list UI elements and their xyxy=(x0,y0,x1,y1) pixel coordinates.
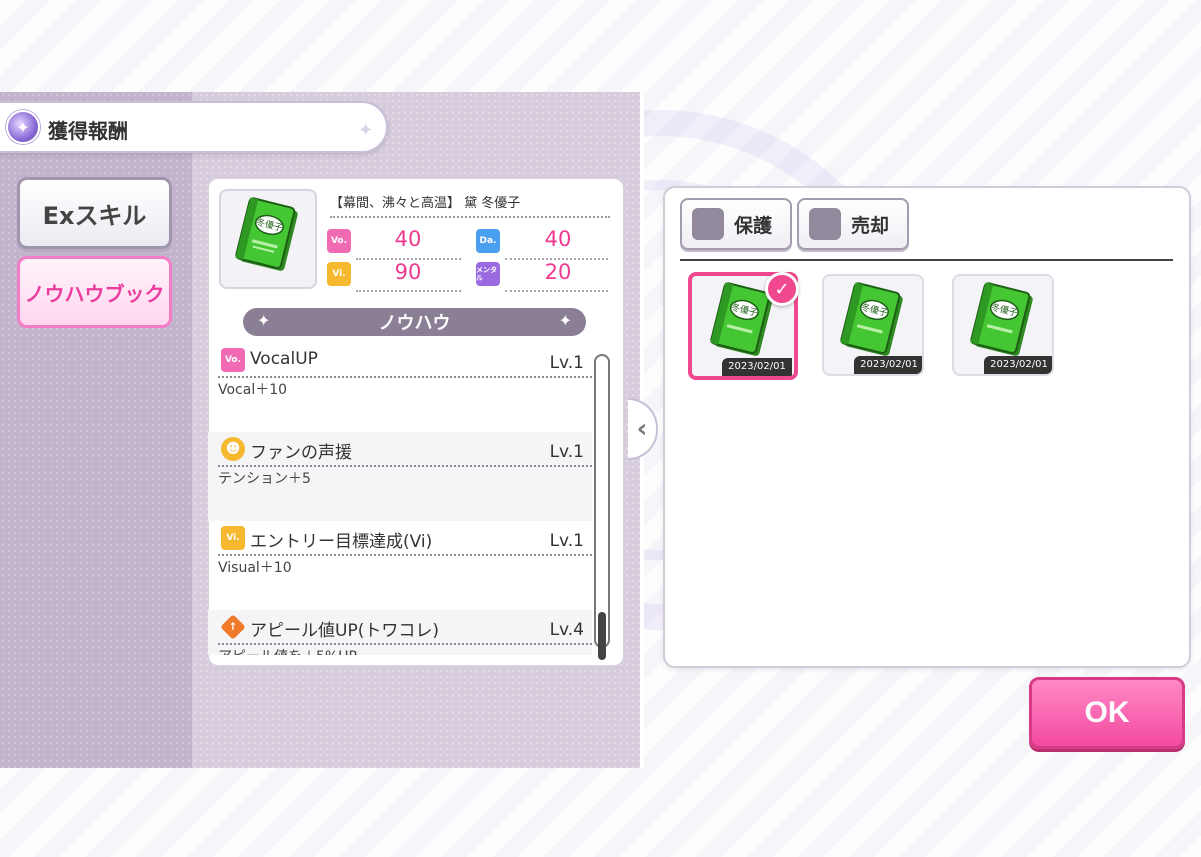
item-card[interactable]: 冬優子 2023/02/01 xyxy=(822,274,924,376)
smile-icon: ☻ xyxy=(221,437,245,461)
section-header-label: ノウハウ xyxy=(378,313,451,334)
knowhow-section-header: ✦ ノウハウ ✦ xyxy=(243,308,586,336)
arrow-up-icon: ↑ xyxy=(220,614,246,640)
ok-button[interactable]: OK xyxy=(1029,677,1185,749)
skill-name: アピール値UP(トワコレ) xyxy=(250,621,439,641)
skill-description: テンション＋5 xyxy=(218,471,311,487)
knowhow-book-tab[interactable]: ノウハウブック xyxy=(17,256,172,328)
skill-list[interactable]: Vo. VocalUP Lv.1 Vocal＋10 ☻ ファンの声援 Lv.1 … xyxy=(208,343,592,655)
skill-level: Lv.4 xyxy=(549,620,584,640)
checkmark-icon: ✓ xyxy=(765,272,799,306)
skill-level: Lv.1 xyxy=(549,353,584,373)
mental-badge: メンタル xyxy=(476,262,500,286)
sparkle-icon: ✦ xyxy=(358,120,374,141)
vocal-value: 40 xyxy=(394,227,422,251)
reward-icon: ✦ xyxy=(6,110,40,144)
protect-label: 保護 xyxy=(734,214,773,237)
skill-row: Vi. エントリー目標達成(Vi) Lv.1 Visual＋10 xyxy=(208,521,592,610)
filter-divider xyxy=(680,259,1173,261)
sparkle-icon: ✦ xyxy=(257,311,271,330)
mental-value: 20 xyxy=(544,260,572,284)
skill-row: ↑ アピール値UP(トワコレ) Lv.4 アピール値を＋5%UP xyxy=(208,610,592,655)
skill-name: ファンの声援 xyxy=(250,443,352,463)
visual-icon: Vi. xyxy=(221,526,245,550)
scrollbar-track[interactable] xyxy=(594,354,610,648)
skill-description: アピール値を＋5%UP xyxy=(218,646,357,655)
sparkle-icon: ✦ xyxy=(558,311,572,330)
green-book-icon: 冬優子 xyxy=(235,197,298,271)
skill-name: VocalUP xyxy=(250,349,318,369)
skill-description: Visual＋10 xyxy=(218,560,292,576)
dance-value: 40 xyxy=(544,227,572,251)
chevron-left-icon: ‹ xyxy=(636,414,648,444)
item-date: 2023/02/01 xyxy=(984,356,1052,374)
vocal-badge: Vo. xyxy=(327,229,351,253)
visual-badge: Vi. xyxy=(327,262,351,286)
book-thumbnail: 冬優子 xyxy=(219,189,317,289)
sell-toggle[interactable]: 売却 xyxy=(797,198,909,250)
scrollbar-thumb[interactable] xyxy=(598,612,606,660)
skill-level: Lv.1 xyxy=(549,531,584,551)
ex-skill-tab[interactable]: Exスキル xyxy=(17,177,172,249)
vocal-icon: Vo. xyxy=(221,348,245,372)
skill-level: Lv.1 xyxy=(549,442,584,462)
item-card[interactable]: 冬優子 2023/02/01 xyxy=(952,274,1054,376)
visual-value: 90 xyxy=(394,260,422,284)
dance-badge: Da. xyxy=(476,229,500,253)
page-title: 獲得報酬 xyxy=(48,119,128,143)
skill-description: Vocal＋10 xyxy=(218,382,288,398)
skill-name: エントリー目標達成(Vi) xyxy=(250,532,433,552)
item-date: 2023/02/01 xyxy=(722,358,792,376)
skill-row: Vo. VocalUP Lv.1 Vocal＋10 xyxy=(208,343,592,432)
skill-row: ☻ ファンの声援 Lv.1 テンション＋5 xyxy=(208,432,592,521)
book-name: 【幕間、沸々と高温】 黛 冬優子 xyxy=(330,196,521,211)
item-date: 2023/02/01 xyxy=(854,356,922,374)
protect-checkbox xyxy=(692,208,724,240)
protect-toggle[interactable]: 保護 xyxy=(680,198,792,250)
sell-checkbox xyxy=(809,208,841,240)
sell-label: 売却 xyxy=(851,214,890,237)
